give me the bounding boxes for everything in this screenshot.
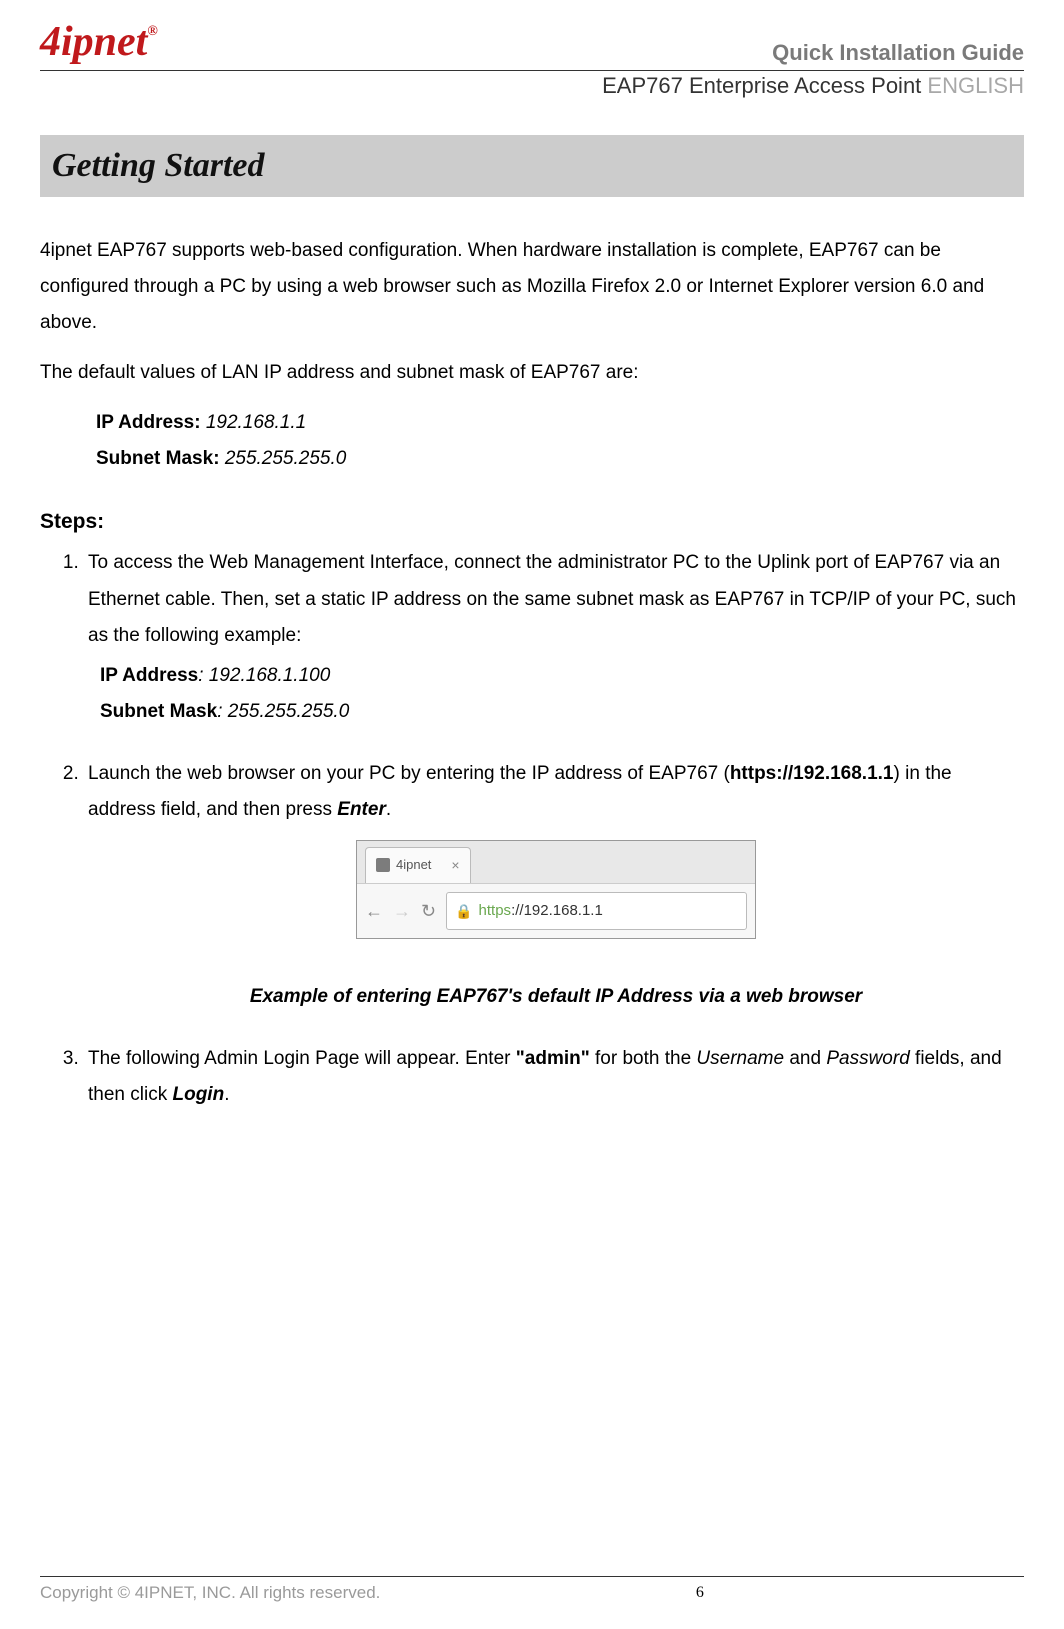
step-3: The following Admin Login Page will appe… bbox=[84, 1041, 1024, 1113]
ip-label: IP Address: bbox=[96, 412, 206, 433]
mask-label: Subnet Mask: bbox=[96, 448, 225, 469]
step2-pre: Launch the web browser on your PC by ent… bbox=[88, 763, 730, 784]
copyright-text: Copyright © 4IPNET, INC. All rights rese… bbox=[40, 1583, 380, 1603]
guide-title: Quick Installation Guide bbox=[772, 40, 1024, 66]
browser-toolbar: ← → ↻ 🔒 https://192.168.1.1 bbox=[357, 883, 755, 939]
step3-admin: "admin" bbox=[516, 1048, 590, 1069]
url-scheme: https bbox=[479, 902, 512, 919]
default-ip-row: IP Address: 192.168.1.1 bbox=[96, 405, 1024, 441]
steps-heading: Steps: bbox=[40, 502, 1024, 542]
step2-post: . bbox=[386, 799, 391, 820]
step-1: To access the Web Management Interface, … bbox=[84, 545, 1024, 729]
address-bar[interactable]: 🔒 https://192.168.1.1 bbox=[446, 892, 747, 931]
logo-text: 4ipnet bbox=[40, 19, 147, 65]
url-rest: ://192.168.1.1 bbox=[511, 902, 603, 919]
step1-ip-value: : 192.168.1.100 bbox=[198, 665, 330, 686]
reload-icon[interactable]: ↻ bbox=[421, 894, 436, 928]
url-text: https://192.168.1.1 bbox=[479, 897, 603, 926]
product-name: EAP767 Enterprise Access Point bbox=[602, 73, 921, 98]
ip-value: 192.168.1.1 bbox=[206, 412, 306, 433]
browser-screenshot: 4ipnet × ← → ↻ 🔒 https://192.168.1.1 bbox=[356, 840, 756, 939]
step-2: Launch the web browser on your PC by ent… bbox=[84, 756, 1024, 1015]
forward-icon[interactable]: → bbox=[393, 894, 411, 928]
registered-icon: ® bbox=[147, 24, 157, 39]
step2-url: https://192.168.1.1 bbox=[730, 763, 894, 784]
default-mask-row: Subnet Mask: 255.255.255.0 bbox=[96, 441, 1024, 477]
lock-icon: 🔒 bbox=[455, 898, 472, 925]
step1-mask-row: Subnet Mask: 255.255.255.0 bbox=[100, 694, 1024, 730]
step2-enter: Enter bbox=[337, 799, 386, 820]
step3-and: and bbox=[784, 1048, 826, 1069]
step3-login: Login bbox=[172, 1084, 224, 1105]
section-heading: Getting Started bbox=[40, 135, 1024, 197]
step3-mid1: for both the bbox=[590, 1048, 697, 1069]
step3-post: . bbox=[224, 1084, 229, 1105]
step1-mask-label: Subnet Mask bbox=[100, 701, 217, 722]
page-number: 6 bbox=[696, 1584, 704, 1602]
mask-value: 255.255.255.0 bbox=[225, 448, 347, 469]
product-line: EAP767 Enterprise Access Point ENGLISH bbox=[602, 73, 1024, 98]
step3-password: Password bbox=[826, 1048, 909, 1069]
browser-tab-strip: 4ipnet × bbox=[357, 841, 755, 883]
back-icon[interactable]: ← bbox=[365, 894, 383, 928]
close-icon[interactable]: × bbox=[451, 852, 459, 879]
brand-logo: 4ipnet® bbox=[40, 18, 158, 66]
figure-caption: Example of entering EAP767's default IP … bbox=[88, 979, 1024, 1015]
step3-username: Username bbox=[696, 1048, 784, 1069]
browser-tab[interactable]: 4ipnet × bbox=[365, 847, 471, 883]
defaults-intro: The default values of LAN IP address and… bbox=[40, 355, 1024, 391]
step3-pre: The following Admin Login Page will appe… bbox=[88, 1048, 516, 1069]
intro-paragraph: 4ipnet EAP767 supports web-based configu… bbox=[40, 233, 1024, 341]
tab-label: 4ipnet bbox=[396, 853, 431, 878]
language-tag: ENGLISH bbox=[921, 73, 1024, 98]
step1-ip-label: IP Address bbox=[100, 665, 198, 686]
step1-ip-row: IP Address: 192.168.1.100 bbox=[100, 658, 1024, 694]
favicon-icon bbox=[376, 858, 390, 872]
page-footer: Copyright © 4IPNET, INC. All rights rese… bbox=[40, 1576, 1024, 1603]
step1-mask-value: : 255.255.255.0 bbox=[217, 701, 349, 722]
step1-text: To access the Web Management Interface, … bbox=[88, 552, 1016, 645]
